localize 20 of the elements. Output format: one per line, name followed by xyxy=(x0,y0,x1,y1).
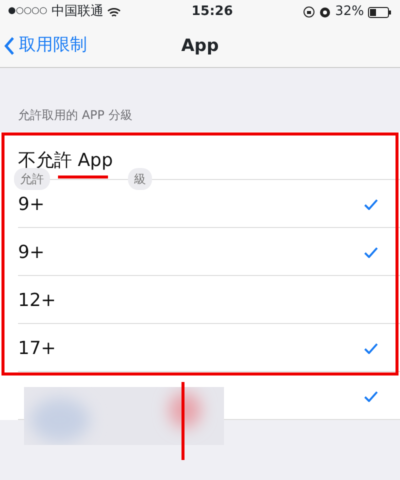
rotation-lock-icon xyxy=(303,6,316,18)
rating-option[interactable]: 17+ xyxy=(0,324,400,372)
tooltip-fragment: 允許 xyxy=(14,168,50,190)
chevron-left-icon xyxy=(4,36,15,56)
clock-time: 15:26 xyxy=(191,3,233,22)
wifi-icon xyxy=(107,6,122,18)
battery-percent: 32% xyxy=(335,3,364,22)
back-button[interactable]: 取用限制 xyxy=(0,24,91,66)
option-label: 17+ xyxy=(18,336,56,360)
rating-option[interactable]: 9+ xyxy=(0,228,400,276)
section-header: 允許取用的 APP 分級 xyxy=(18,107,132,124)
carrier-name: 中国联通 xyxy=(51,3,104,22)
page-title: App xyxy=(181,35,219,58)
alarm-clock-icon xyxy=(319,6,332,18)
option-label: 9+ xyxy=(18,240,45,264)
rating-option[interactable]: 12+ xyxy=(0,276,400,324)
option-label: 9+ xyxy=(18,192,45,216)
signal-indicator: ●○○○○ xyxy=(8,5,48,18)
option-label: 12+ xyxy=(18,288,56,312)
battery-icon xyxy=(368,6,392,18)
